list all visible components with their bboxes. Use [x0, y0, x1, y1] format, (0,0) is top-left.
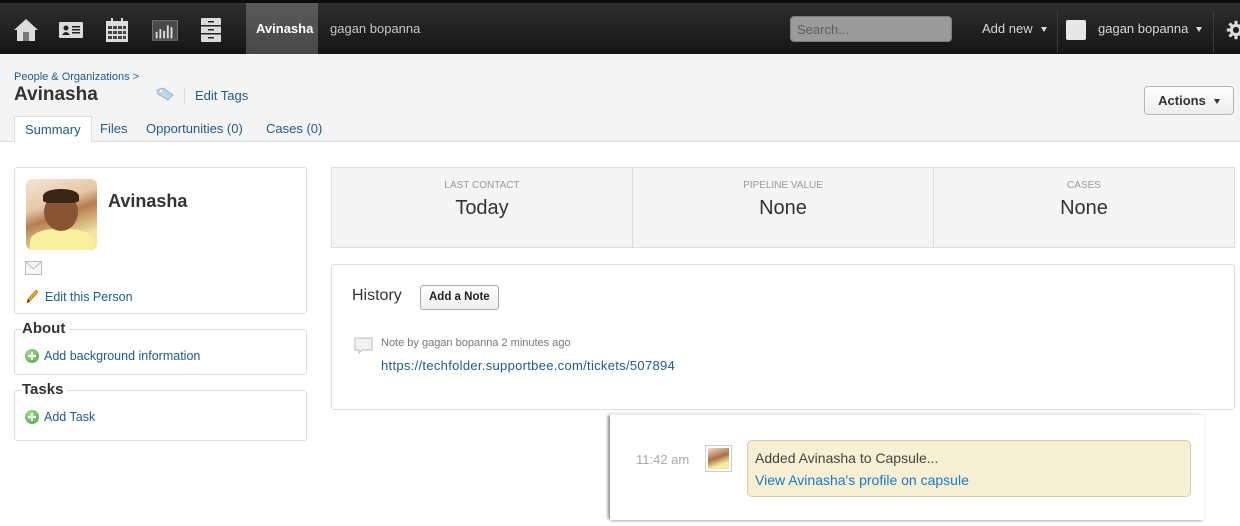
user-name-label: gagan bopanna [1098, 21, 1189, 36]
tab-opportunities[interactable]: Opportunities (0) [136, 116, 253, 142]
stat-label: PIPELINE VALUE [743, 180, 823, 191]
edit-person-link[interactable]: Edit this Person [25, 289, 133, 305]
stat-value: None [759, 197, 807, 219]
add-note-button[interactable]: Add a Note [420, 285, 499, 310]
notification-time: 11:42 am [636, 452, 690, 467]
note-meta: Note by gagan bopanna 2 minutes ago [381, 337, 571, 349]
chevron-down-icon [1196, 27, 1203, 33]
home-icon[interactable] [13, 17, 39, 43]
mail-icon [25, 261, 42, 275]
nav-tab-gagan-bopanna[interactable]: gagan bopanna [320, 3, 430, 54]
tag-icon [156, 87, 174, 101]
breadcrumb-people-organizations[interactable]: People & Organizations > [14, 71, 139, 83]
add-background-info-label: Add background information [44, 349, 201, 363]
top-navigation-bar: Avinasha gagan bopanna Add new gagan bop… [0, 0, 1240, 54]
actions-button[interactable]: Actions [1144, 86, 1234, 115]
pencil-icon [26, 289, 39, 304]
add-background-info-link[interactable]: Add background information [25, 349, 200, 363]
email-address-clipped[interactable] [53, 262, 173, 268]
person-card: Avinasha Edit this Person [14, 167, 307, 314]
search-input[interactable] [790, 16, 952, 42]
tab-summary[interactable]: Summary [14, 116, 92, 143]
edit-person-label: Edit this Person [45, 290, 133, 304]
add-task-label: Add Task [44, 410, 96, 424]
add-new-menu[interactable]: Add new [982, 3, 1047, 54]
tab-files[interactable]: Files [90, 116, 137, 142]
notification-popup: 11:42 am Added Avinasha to Capsule... Vi… [610, 414, 1204, 520]
divider [1057, 11, 1058, 53]
notification-bubble: Added Avinasha to Capsule... View Avinas… [747, 440, 1191, 497]
person-name: Avinasha [108, 191, 188, 211]
note-link[interactable]: https://techfolder.supportbee.com/ticket… [381, 358, 675, 373]
tab-bar: Summary Files Opportunities (0) Cases (0… [0, 116, 1240, 143]
stat-value: None [1060, 197, 1108, 219]
view-profile-link[interactable]: View Avinasha's profile on capsule [755, 472, 969, 488]
user-menu[interactable]: gagan bopanna [1098, 3, 1203, 54]
user-avatar[interactable] [1066, 20, 1086, 40]
chevron-down-icon [1040, 27, 1047, 33]
stat-last-contact: LAST CONTACT Today [332, 168, 633, 247]
stat-value: Today [455, 197, 509, 219]
add-circle-icon [25, 349, 39, 363]
actions-label: Actions [1158, 93, 1206, 108]
page-title: Avinasha [14, 84, 98, 105]
about-heading: About [22, 320, 70, 337]
divider [1213, 11, 1214, 53]
calendar-icon[interactable] [104, 17, 130, 43]
edit-tags-link[interactable]: Edit Tags [195, 88, 248, 103]
chevron-down-icon [1213, 99, 1220, 105]
stat-label: LAST CONTACT [444, 180, 520, 191]
history-heading: History [352, 287, 402, 304]
add-circle-icon [25, 410, 39, 424]
reports-chart-icon[interactable] [151, 17, 179, 43]
history-panel: History Add a Note Note by gagan bopanna… [331, 264, 1235, 410]
notification-message: Added Avinasha to Capsule... [755, 450, 939, 466]
gear-icon[interactable] [1226, 17, 1240, 43]
tasks-heading: Tasks [22, 381, 68, 398]
contacts-card-icon[interactable] [58, 17, 84, 43]
tab-cases[interactable]: Cases (0) [256, 116, 332, 142]
nav-tab-avinasha[interactable]: Avinasha [246, 3, 318, 54]
note-speech-bubble-icon [354, 337, 373, 354]
person-avatar [26, 179, 97, 250]
divider [184, 88, 185, 103]
notification-avatar [705, 445, 732, 472]
add-new-label: Add new [982, 21, 1033, 36]
stat-pipeline-value: PIPELINE VALUE None [633, 168, 934, 247]
stat-label: CASES [1067, 180, 1101, 191]
summary-stats: LAST CONTACT Today PIPELINE VALUE None C… [331, 167, 1235, 248]
add-task-link[interactable]: Add Task [25, 410, 95, 424]
cases-cabinet-icon[interactable] [198, 17, 224, 43]
stat-cases: CASES None [934, 168, 1234, 247]
